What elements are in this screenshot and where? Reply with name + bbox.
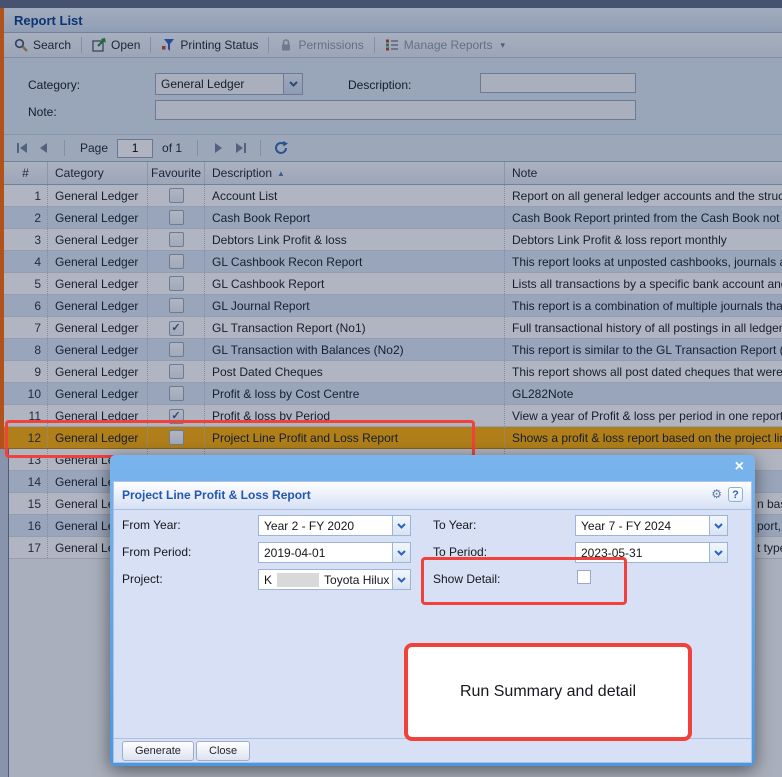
show-detail-annotation [421,557,627,605]
run-summary-callout: Run Summary and detail [404,643,692,741]
from-year-select[interactable]: Year 2 - FY 2020 [258,515,411,536]
chevron-down-icon[interactable] [709,516,727,535]
from-period-select[interactable]: 2019-04-01 [258,542,411,563]
run-summary-text: Run Summary and detail [460,683,636,701]
gear-icon[interactable]: ⚙ [711,487,722,502]
generate-button[interactable]: Generate [122,741,194,761]
project-select[interactable]: K Toyota Hilux - U [258,569,411,590]
dialog-title: Project Line Profit & Loss Report [122,488,311,502]
dialog-footer: Generate Close [114,738,751,762]
to-year-label: To Year: [433,518,476,532]
chevron-down-icon[interactable] [392,543,410,562]
help-icon[interactable]: ? [728,487,743,502]
dialog-header: Project Line Profit & Loss Report ⚙ ? [114,482,751,510]
from-period-label: From Period: [122,545,191,559]
to-year-select[interactable]: Year 7 - FY 2024 [575,515,728,536]
chevron-down-icon[interactable] [392,570,410,589]
redacted-text [277,573,319,587]
chevron-down-icon[interactable] [392,516,410,535]
screen: Report List SearchOpenPrinting StatusPer… [0,0,782,777]
project-label: Project: [122,572,163,586]
from-year-label: From Year: [122,518,181,532]
close-icon[interactable]: × [735,459,744,475]
chevron-down-icon[interactable] [709,543,727,562]
row12-highlight-annotation [5,420,475,458]
close-button[interactable]: Close [196,741,250,761]
